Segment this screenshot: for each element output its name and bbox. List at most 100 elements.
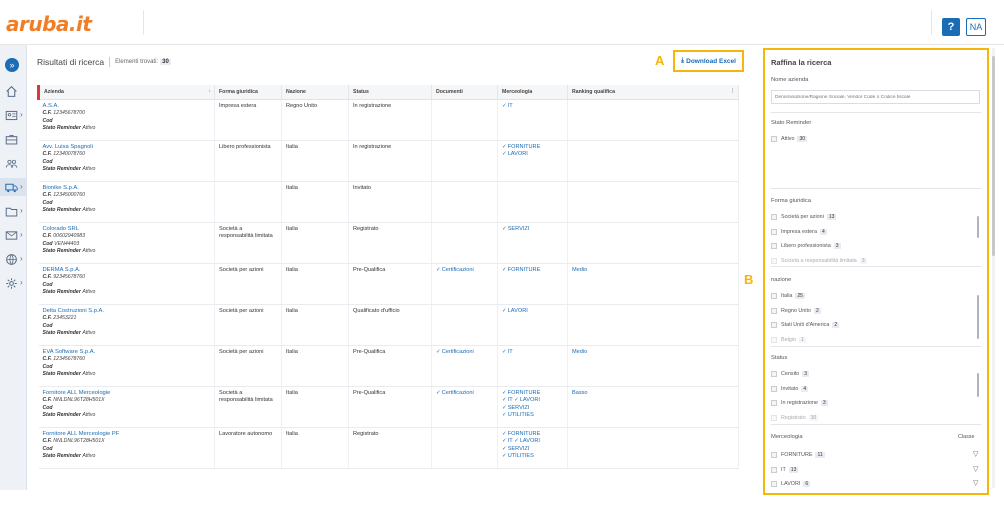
merceologia-tag[interactable]: UTILITIES (508, 412, 534, 418)
company-link[interactable]: Avv. Luisa Spagnoli (43, 144, 93, 150)
table-row[interactable]: EVA Software S.p.A. C.F. 12345678760 Cod St… (38, 345, 739, 387)
company-link[interactable]: Bionike S.p.A. (43, 185, 79, 191)
nazione-scrollbar[interactable] (977, 295, 979, 339)
filter-option[interactable]: Registrato 10 (771, 414, 819, 421)
filter-checkbox[interactable] (771, 214, 777, 220)
col-header-merceologia[interactable]: Merceologia (497, 85, 568, 100)
filter-option[interactable]: IT 13 (771, 466, 799, 473)
filter-checkbox[interactable] (771, 414, 777, 421)
nav-item-folders[interactable]: › (0, 202, 27, 220)
filter-funnel-icon[interactable]: ▽ (973, 479, 978, 487)
filter-checkbox[interactable] (771, 452, 777, 458)
filter-option[interactable]: Regno Unito 2 (771, 307, 821, 314)
company-link[interactable]: EVA Software S.p.A. (43, 349, 96, 355)
filter-checkbox[interactable] (771, 228, 777, 235)
company-link[interactable]: DERMA S.p.A. (43, 267, 81, 273)
filter-option[interactable]: Invitato 4 (771, 385, 809, 392)
col-header-forma[interactable]: Forma giuridica (214, 85, 282, 100)
filter-option[interactable]: Libero professionista 3 (771, 243, 841, 249)
merceologia-tag[interactable]: FORNITURE (508, 267, 541, 273)
merceologia-tag[interactable]: FORNITURE (508, 390, 541, 396)
status-scrollbar[interactable] (977, 373, 979, 397)
filter-checkbox[interactable] (771, 400, 777, 406)
nav-item-registry[interactable]: › (0, 106, 27, 124)
company-search-input[interactable] (771, 90, 980, 104)
merceologia-tag[interactable]: UTILITIES (508, 453, 534, 459)
company-link[interactable]: Fornitore ALL Merceologie (43, 390, 111, 396)
merceologia-tag[interactable]: SERVIZI (508, 226, 530, 232)
merceologia-tag[interactable]: LAVORI (520, 397, 540, 403)
download-excel-button[interactable]: ⤓ Download Excel (673, 50, 744, 72)
nav-item-users[interactable] (0, 154, 27, 172)
filter-option[interactable]: Censito 3 (771, 371, 810, 377)
page-scrollbar[interactable] (992, 48, 995, 488)
more-icon[interactable]: ⋮ (730, 88, 735, 94)
merceologia-tag[interactable]: FORNITURE (508, 144, 541, 150)
filter-checkbox[interactable] (771, 371, 777, 377)
merceologia-tag[interactable]: SERVIZI (508, 446, 530, 452)
filter-checkbox[interactable] (771, 136, 777, 142)
app-logo[interactable]: aruba.it (6, 12, 92, 36)
filter-checkbox[interactable] (771, 257, 777, 264)
filter-option[interactable]: Impresa estera 4 (771, 228, 827, 235)
document-link[interactable]: Certificazioni (442, 390, 474, 396)
col-header-nazione[interactable]: Nazione (281, 85, 349, 100)
expand-nav-icon[interactable]: » (5, 58, 19, 72)
merceologia-tag[interactable]: IT (508, 438, 513, 444)
merceologia-tag[interactable]: SERVIZI (508, 405, 530, 411)
nav-item-home[interactable] (0, 82, 27, 100)
table-row[interactable]: Delta Costruzioni S.p.A. C.F. 23453221 Cod… (38, 304, 739, 346)
merceologia-tag[interactable]: IT (508, 103, 513, 109)
nav-item-suppliers[interactable]: › (0, 178, 27, 196)
document-link[interactable]: Certificazioni (442, 267, 474, 273)
nav-item-settings[interactable]: › (0, 274, 27, 292)
help-button[interactable]: ? (942, 18, 960, 36)
filter-checkbox[interactable] (771, 336, 777, 343)
table-row[interactable]: A.S.A. C.F. 12345678700 Cod Stato Reminder … (38, 99, 739, 141)
nav-item-global[interactable]: › (0, 250, 27, 268)
filter-option[interactable]: Italia 25 (771, 293, 805, 299)
filter-checkbox[interactable] (771, 307, 777, 314)
merceologia-tag[interactable]: IT (508, 349, 513, 355)
table-row[interactable]: Fornitore ALL Merceologie PF C.F. NNLDNL9… (38, 427, 739, 469)
filter-option[interactable]: In registrazione 3 (771, 400, 828, 406)
filter-option[interactable]: Belgio 1 (771, 336, 806, 343)
company-link[interactable]: Delta Costruzioni S.p.A. (43, 308, 105, 314)
filter-option[interactable]: Attivo 30 (771, 136, 808, 142)
col-header-status[interactable]: Status (348, 85, 432, 100)
filter-checkbox[interactable] (771, 322, 777, 328)
sort-down-icon[interactable]: ↓ (209, 88, 212, 94)
table-row[interactable]: Fornitore ALL Merceologie C.F. NNLDNL96T2… (38, 386, 739, 428)
merceologia-tag[interactable]: IT (508, 397, 513, 403)
filter-option[interactable]: Stati Uniti d'America 2 (771, 322, 840, 328)
filter-option[interactable]: Società per azioni 13 (771, 214, 837, 220)
filter-checkbox[interactable] (771, 466, 777, 473)
filter-checkbox[interactable] (771, 385, 777, 392)
page-scrollbar-thumb[interactable] (992, 56, 995, 256)
col-header-documenti[interactable]: Documenti (431, 85, 498, 100)
table-row[interactable]: Bionike S.p.A. C.F. 12345000760 Cod Stato R… (38, 181, 739, 223)
forma-scrollbar[interactable] (977, 216, 979, 238)
col-header-azienda[interactable]: Azienda ↓ (37, 85, 215, 100)
filter-option[interactable]: LAVORI 6 (771, 481, 811, 487)
document-link[interactable]: Certificazioni (442, 349, 474, 355)
filter-checkbox[interactable] (771, 481, 777, 487)
company-link[interactable]: A.S.A. (43, 103, 59, 109)
merceologia-tag[interactable]: LAVORI (520, 438, 540, 444)
table-row[interactable]: Colorado SRL C.F. 00602940983 Cod VEN44403… (38, 222, 739, 264)
table-row[interactable]: Avv. Luisa Spagnoli C.F. 12340078760 Cod St… (38, 140, 739, 182)
filter-option[interactable]: FORNITURE 11 (771, 452, 825, 458)
filter-funnel-icon[interactable]: ▽ (973, 465, 978, 473)
table-row[interactable]: DERMA S.p.A. C.F. 92345678760 Cod Stato Rem… (38, 263, 739, 305)
merceologia-tag[interactable]: FORNITURE (508, 431, 541, 437)
nav-item-messages[interactable]: › (0, 226, 27, 244)
merceologia-tag[interactable]: LAVORI (508, 151, 528, 157)
user-avatar-button[interactable]: NA (966, 18, 986, 36)
filter-checkbox[interactable] (771, 243, 777, 249)
col-header-ranking[interactable]: Ranking qualifica ⋮ (567, 85, 739, 100)
filter-checkbox[interactable] (771, 293, 777, 299)
company-link[interactable]: Colorado SRL (43, 226, 79, 232)
merceologia-tag[interactable]: LAVORI (508, 308, 528, 314)
company-link[interactable]: Fornitore ALL Merceologie PF (43, 431, 120, 437)
nav-item-work[interactable] (0, 130, 27, 148)
